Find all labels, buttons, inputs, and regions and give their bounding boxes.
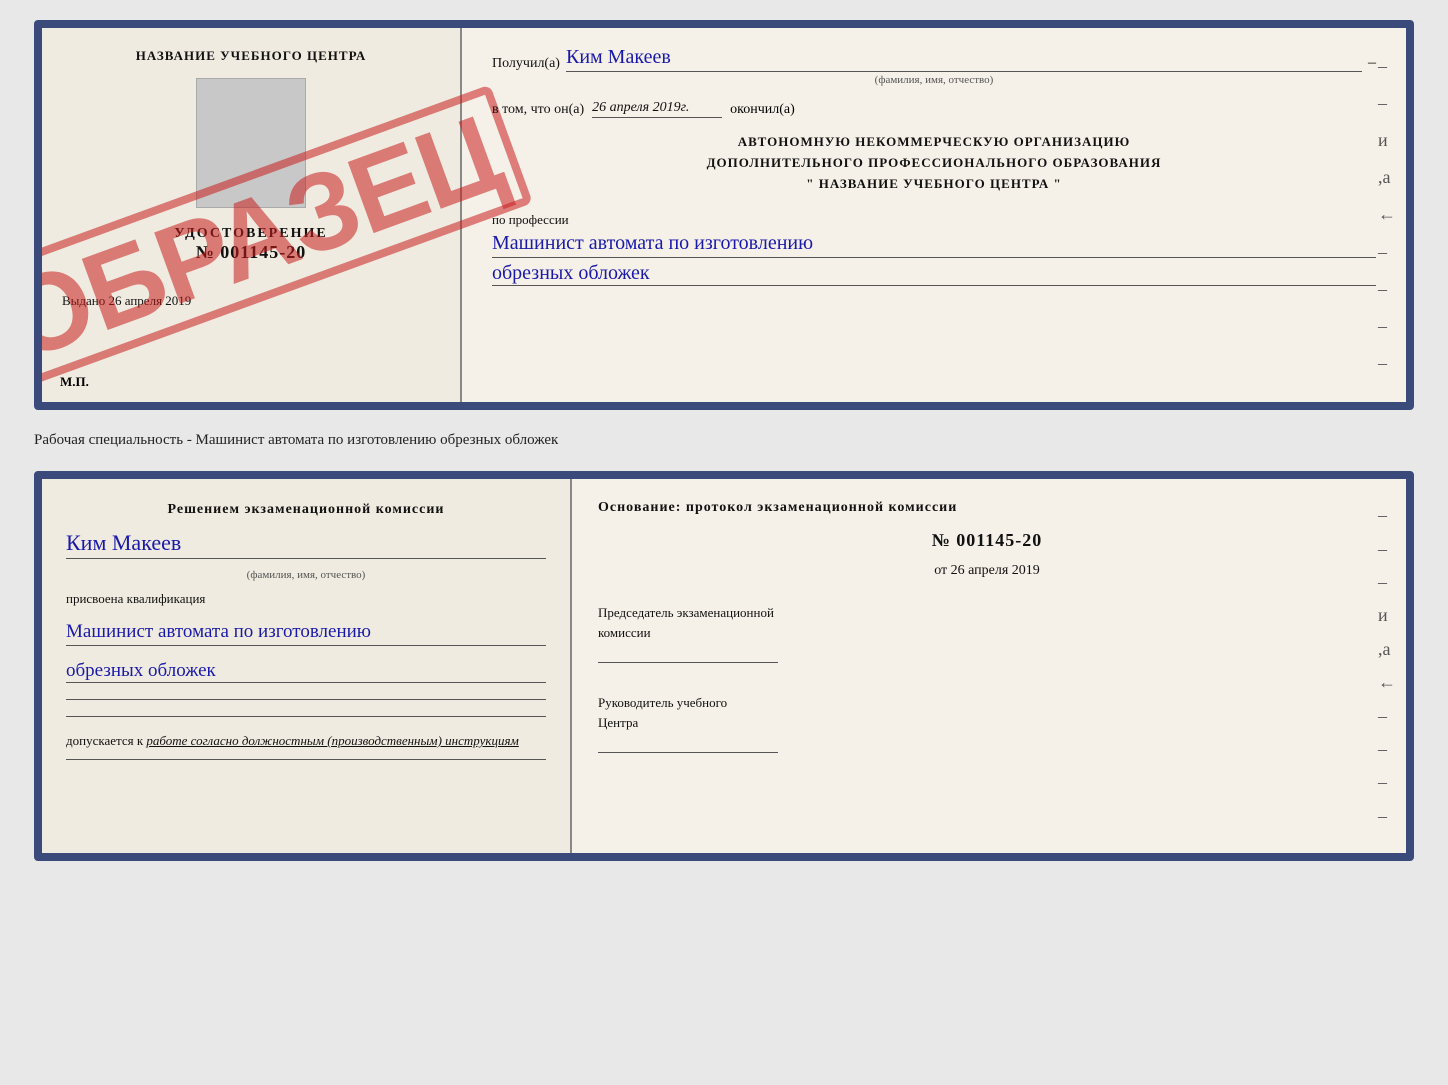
right-dashes-top: – – и ,а ← – – – –: [1378, 28, 1396, 402]
ot-date-block: от 26 апреля 2019: [598, 563, 1376, 579]
resheniyem-text: Решением экзаменационной комиссии: [66, 499, 546, 520]
top-right-panel: Получил(а) Ким Макеев – (фамилия, имя, о…: [462, 28, 1406, 402]
middle-text: Рабочая специальность - Машинист автомат…: [34, 428, 1414, 453]
org-line1: АВТОНОМНУЮ НЕКОММЕРЧЕСКУЮ ОРГАНИЗАЦИЮ: [492, 132, 1376, 153]
dopuskaetsya-label: допускается к: [66, 733, 143, 748]
rukovoditel-line2: Центра: [598, 715, 638, 730]
udostoverenie-num: № 001145-20: [62, 242, 440, 263]
blank-lines: [66, 699, 546, 717]
po-professii-label: по профессии: [492, 212, 1376, 228]
okonchil-label: окончил(а): [730, 102, 795, 118]
prisvoena-label: присвоена квалификация: [66, 591, 546, 607]
fio-hint-top: (фамилия, имя, отчество): [492, 74, 1376, 86]
blank-line-3: [66, 759, 546, 760]
kval-line1: Машинист автомата по изготовлению: [66, 621, 546, 646]
blank-line-2: [66, 716, 546, 717]
rukovoditel-signature-line: [598, 752, 778, 753]
profession-line1: Машинист автомата по изготовлению: [492, 232, 1376, 258]
ot-prefix: от: [934, 563, 947, 578]
vudano-line: Выдано 26 апреля 2019: [62, 293, 440, 309]
poluchil-name: Ким Макеев: [566, 46, 1362, 72]
udostoverenie-label: УДОСТОВЕРЕНИЕ: [62, 226, 440, 242]
top-left-panel: НАЗВАНИЕ УЧЕБНОГО ЦЕНТРА УДОСТОВЕРЕНИЕ №…: [42, 28, 462, 402]
bottom-left-panel: Решением экзаменационной комиссии Ким Ма…: [42, 479, 572, 853]
school-title-top: НАЗВАНИЕ УЧЕБНОГО ЦЕНТРА: [62, 48, 440, 64]
predsedatel-line2: комиссии: [598, 625, 651, 640]
poluchil-label: Получил(а): [492, 56, 560, 72]
vudano-date: 26 апреля 2019: [109, 293, 192, 308]
ot-date: 26 апреля 2019: [951, 563, 1040, 578]
org-block: АВТОНОМНУЮ НЕКОММЕРЧЕСКУЮ ОРГАНИЗАЦИЮ ДО…: [492, 132, 1376, 194]
bottom-kim-makeev: Ким Макеев: [66, 530, 546, 559]
rukovoditel-block: Руководитель учебного Центра: [598, 693, 1376, 753]
dopuskaetsya-block: допускается к работе согласно должностны…: [66, 733, 546, 749]
udostoverenie-block: УДОСТОВЕРЕНИЕ № 001145-20: [62, 226, 440, 263]
vtom-block: в том, что он(а) 26 апреля 2019г. окончи…: [492, 100, 1376, 118]
vtom-label: в том, что он(а): [492, 102, 584, 118]
predsedatel-signature-line: [598, 662, 778, 663]
top-document: НАЗВАНИЕ УЧЕБНОГО ЦЕНТРА УДОСТОВЕРЕНИЕ №…: [34, 20, 1414, 410]
poluchil-dash: –: [1368, 54, 1376, 72]
org-line3: " НАЗВАНИЕ УЧЕБНОГО ЦЕНТРА ": [492, 174, 1376, 195]
profession-block: по профессии Машинист автомата по изгото…: [492, 208, 1376, 286]
protocol-num: № 001145-20: [598, 530, 1376, 551]
predsedatel-line1: Председатель экзаменационной: [598, 605, 774, 620]
vudano-text: Выдано: [62, 293, 105, 308]
photo-placeholder: [196, 78, 306, 208]
osnovanie-text: Основание: протокол экзаменационной коми…: [598, 497, 1376, 518]
dopuskaetsya-italic: работе согласно должностным (производств…: [146, 733, 518, 748]
vtom-date: 26 апреля 2019г.: [592, 100, 722, 118]
bottom-fio-hint: (фамилия, имя, отчество): [66, 569, 546, 581]
blank-line-1: [66, 699, 546, 700]
poluchil-block: Получил(а) Ким Макеев – (фамилия, имя, о…: [492, 46, 1376, 86]
predsedatel-block: Председатель экзаменационной комиссии: [598, 603, 1376, 663]
rukovoditel-line1: Руководитель учебного: [598, 695, 727, 710]
mp-label: М.П.: [60, 374, 89, 390]
org-line2: ДОПОЛНИТЕЛЬНОГО ПРОФЕССИОНАЛЬНОГО ОБРАЗО…: [492, 153, 1376, 174]
bottom-right-panel: Основание: протокол экзаменационной коми…: [572, 479, 1406, 853]
profession-line2: обрезных обложек: [492, 262, 1376, 286]
rukovoditel-label: Руководитель учебного Центра: [598, 693, 1376, 732]
right-dashes-bottom: – – – и ,а ← – – – –: [1378, 479, 1396, 853]
predsedatel-label: Председатель экзаменационной комиссии: [598, 603, 1376, 642]
kval-line2: обрезных обложек: [66, 660, 546, 683]
bottom-document: Решением экзаменационной комиссии Ким Ма…: [34, 471, 1414, 861]
